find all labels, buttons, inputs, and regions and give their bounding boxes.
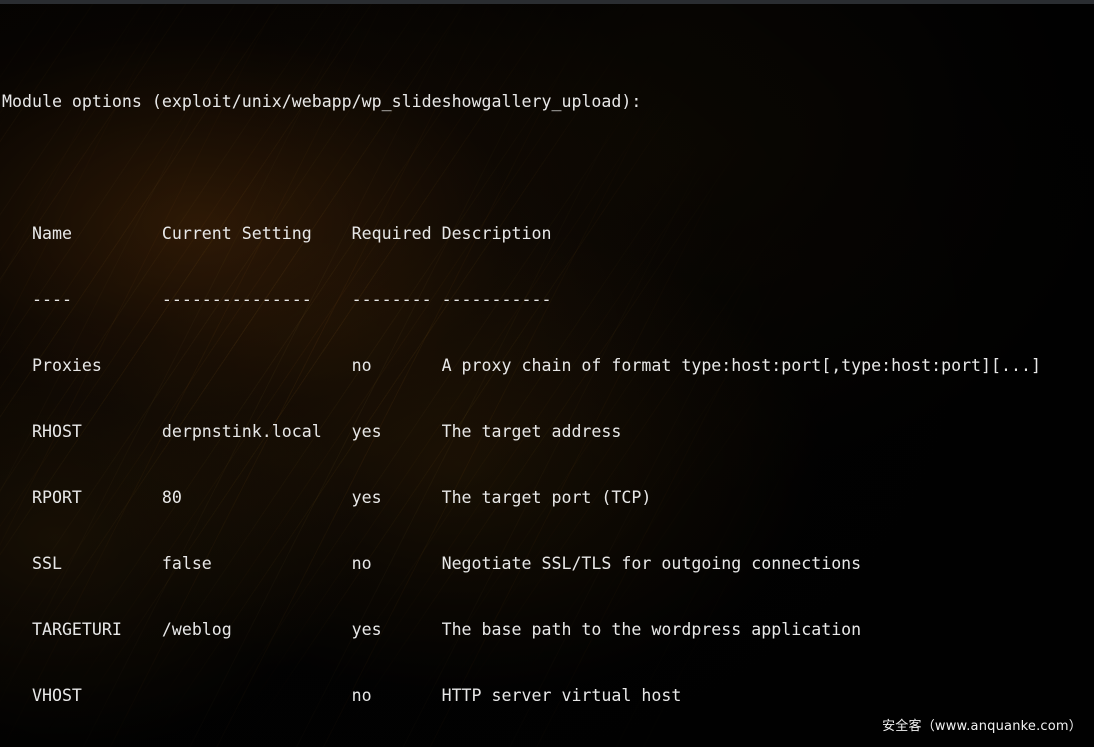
module-option-row-0: Proxies no A proxy chain of format type:…	[2, 356, 1041, 375]
table-row: VHOST no HTTP server virtual host	[0, 685, 1094, 707]
module-option-row-3: SSL false no Negotiate SSL/TLS for outgo…	[2, 554, 862, 573]
table-row: Proxies no A proxy chain of format type:…	[0, 355, 1094, 377]
module-options-rule-text: ---- --------------- -------- ----------…	[2, 290, 552, 309]
module-option-row-5: VHOST no HTTP server virtual host	[2, 686, 682, 705]
module-options-rule-row: ---- --------------- -------- ----------…	[0, 289, 1094, 311]
module-option-row-4: TARGETURI /weblog yes The base path to t…	[2, 620, 862, 639]
terminal-output: Module options (exploit/unix/webapp/wp_s…	[0, 0, 1094, 747]
module-options-header-text: Name Current Setting Required Descriptio…	[2, 224, 552, 243]
terminal-window[interactable]: Module options (exploit/unix/webapp/wp_s…	[0, 0, 1094, 747]
table-row: SSL false no Negotiate SSL/TLS for outgo…	[0, 553, 1094, 575]
table-row: RHOST derpnstink.local yes The target ad…	[0, 421, 1094, 443]
watermark: 安全客（www.anquanke.com）	[882, 719, 1082, 734]
module-options-heading: Module options (exploit/unix/webapp/wp_s…	[2, 92, 642, 111]
table-row: RPORT 80 yes The target port (TCP)	[0, 487, 1094, 509]
module-options-header-row: Name Current Setting Required Descriptio…	[0, 223, 1094, 245]
table-row: TARGETURI /weblog yes The base path to t…	[0, 619, 1094, 641]
module-option-row-1: RHOST derpnstink.local yes The target ad…	[2, 422, 622, 441]
module-option-row-2: RPORT 80 yes The target port (TCP)	[2, 488, 652, 507]
